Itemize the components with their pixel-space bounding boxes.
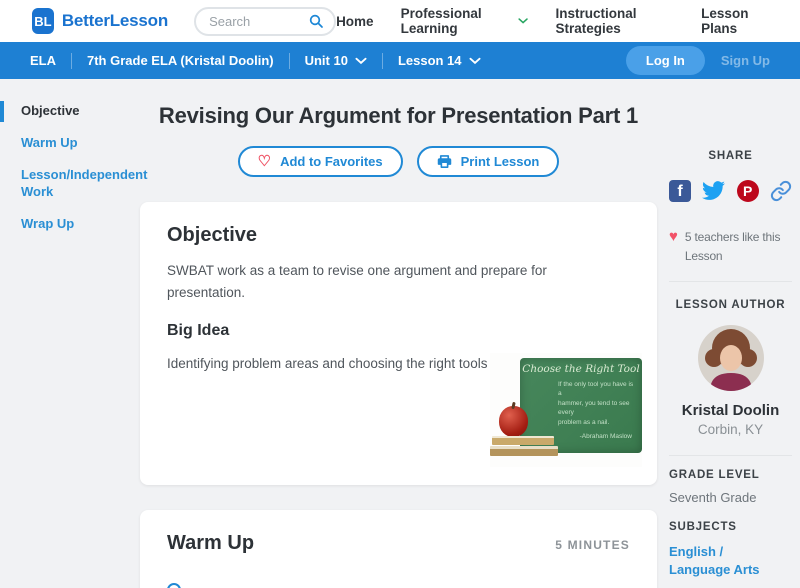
facebook-letter: f bbox=[677, 183, 683, 201]
toc-item-label: Objective bbox=[21, 103, 80, 118]
grade-level-heading: GRADE LEVEL bbox=[669, 469, 760, 482]
breadcrumb-lesson-label: Lesson 14 bbox=[397, 53, 462, 68]
add-to-favorites-button[interactable]: ♡ Add to Favorites bbox=[237, 146, 403, 177]
likes-text: 5 teachers like this Lesson bbox=[684, 230, 781, 263]
likes-status: ♥ 5 teachers like this Lesson bbox=[669, 228, 792, 265]
nav-home[interactable]: Home bbox=[336, 14, 374, 29]
book-graphic bbox=[490, 446, 558, 456]
chevron-down-icon bbox=[468, 57, 481, 64]
main-nav: Home Professional Learning Instructional… bbox=[336, 6, 770, 36]
share-heading: SHARE bbox=[708, 150, 753, 162]
brand-name[interactable]: BetterLesson bbox=[62, 11, 168, 31]
facebook-icon[interactable]: f bbox=[669, 179, 691, 202]
warm-up-section: Warm Up 5 MINUTES bbox=[140, 510, 657, 588]
breadcrumb-bar: ELA 7th Grade ELA (Kristal Doolin) Unit … bbox=[0, 42, 800, 79]
chevron-down-icon bbox=[518, 18, 529, 24]
toc-item-label: Warm Up bbox=[21, 134, 78, 150]
warm-up-heading: Warm Up bbox=[167, 532, 255, 554]
nav-lesson-plans[interactable]: Lesson Plans bbox=[701, 6, 770, 36]
toc-item-label: Lesson/Independent Work bbox=[21, 166, 148, 199]
printer-icon bbox=[437, 155, 451, 168]
objective-heading: Objective bbox=[167, 224, 258, 246]
toc-item-label: Wrap Up bbox=[21, 215, 75, 231]
lesson-sidebar: SHARE f P ♥ 5 teachers like this Lesson … bbox=[657, 79, 800, 588]
subject-link-english-language-arts[interactable]: English / Language Arts bbox=[669, 543, 787, 578]
twitter-icon[interactable] bbox=[702, 179, 726, 202]
login-button[interactable]: Log In bbox=[625, 46, 705, 75]
page-content: Objective Warm Up Lesson/Independent Wor… bbox=[0, 79, 800, 588]
duration-badge: 5 MINUTES bbox=[555, 538, 630, 552]
top-navigation-bar: BL BetterLesson Home Professional Learni… bbox=[0, 0, 800, 42]
lesson-image: Choose the Right Tool If the only tool y… bbox=[490, 353, 642, 467]
subjects-heading: SUBJECTS bbox=[669, 521, 737, 534]
avatar-image bbox=[697, 325, 764, 392]
share-icons-row: f P bbox=[669, 179, 792, 202]
print-lesson-label: Print Lesson bbox=[460, 154, 540, 169]
breadcrumb-ela[interactable]: ELA bbox=[30, 53, 56, 68]
chalkboard-title: Choose the Right Tool bbox=[522, 363, 640, 375]
breadcrumb-course[interactable]: 7th Grade ELA (Kristal Doolin) bbox=[87, 53, 274, 68]
signup-button[interactable]: Sign Up bbox=[721, 53, 770, 68]
breadcrumb-course-label: 7th Grade ELA (Kristal Doolin) bbox=[87, 53, 274, 68]
nav-professional-learning-label: Professional Learning bbox=[400, 6, 482, 36]
book-graphic bbox=[492, 436, 554, 445]
search-box[interactable] bbox=[194, 6, 337, 36]
lesson-author-heading: LESSON AUTHOR bbox=[675, 299, 786, 312]
pinterest-letter: P bbox=[742, 182, 753, 199]
toc-item-objective[interactable]: Objective bbox=[0, 101, 140, 122]
nav-instructional-strategies[interactable]: Instructional Strategies bbox=[556, 6, 675, 36]
author-location: Corbin, KY bbox=[697, 422, 764, 438]
lesson-actions: ♡ Add to Favorites Print Lesson bbox=[140, 146, 657, 177]
grade-level-value: Seventh Grade bbox=[669, 490, 757, 506]
nav-home-label: Home bbox=[336, 13, 374, 29]
nav-professional-learning[interactable]: Professional Learning bbox=[401, 6, 529, 36]
nav-instructional-strategies-label: Instructional Strategies bbox=[555, 6, 637, 36]
toc-item-wrap-up[interactable]: Wrap Up bbox=[0, 216, 140, 233]
auth-controls: Log In Sign Up bbox=[625, 46, 770, 75]
betterlesson-logo[interactable]: BL bbox=[32, 8, 54, 34]
active-section-bar bbox=[0, 101, 4, 122]
resource-link-icon[interactable] bbox=[167, 583, 181, 588]
toc-item-lesson-independent-work[interactable]: Lesson/Independent Work bbox=[0, 167, 147, 201]
breadcrumb-lesson-dropdown[interactable]: Lesson 14 bbox=[398, 53, 481, 68]
divider bbox=[669, 455, 792, 457]
lesson-title: Revising Our Argument for Presentation P… bbox=[158, 103, 639, 128]
nav-lesson-plans-label: Lesson Plans bbox=[701, 6, 749, 36]
heart-outline-icon: ♡ bbox=[257, 153, 272, 170]
apple-graphic bbox=[499, 406, 528, 437]
warm-up-header: Warm Up 5 MINUTES bbox=[167, 532, 630, 555]
breadcrumb-unit-label: Unit 10 bbox=[304, 53, 348, 68]
add-to-favorites-label: Add to Favorites bbox=[280, 154, 383, 169]
lesson-toc: Objective Warm Up Lesson/Independent Wor… bbox=[0, 101, 147, 247]
chevron-down-icon bbox=[355, 57, 367, 64]
search-input[interactable] bbox=[209, 13, 309, 29]
pinterest-icon[interactable]: P bbox=[736, 179, 759, 202]
lesson-main: Revising Our Argument for Presentation P… bbox=[140, 79, 657, 588]
breadcrumb-separator bbox=[381, 52, 383, 69]
print-lesson-button[interactable]: Print Lesson bbox=[416, 146, 560, 177]
logo-text: BL bbox=[34, 13, 52, 29]
link-icon[interactable] bbox=[770, 180, 792, 202]
breadcrumb-ela-label: ELA bbox=[30, 53, 56, 68]
chalkboard-quote: If the only tool you have is a hammer, y… bbox=[558, 381, 634, 426]
toc-item-warm-up[interactable]: Warm Up bbox=[0, 135, 140, 152]
objective-text: SWBAT work as a team to revise one argum… bbox=[167, 263, 547, 300]
author-name[interactable]: Kristal Doolin bbox=[669, 402, 792, 419]
author-avatar[interactable] bbox=[669, 325, 792, 392]
search-icon[interactable] bbox=[308, 13, 324, 29]
breadcrumb-separator bbox=[288, 52, 290, 69]
divider bbox=[669, 281, 792, 283]
heart-filled-icon: ♥ bbox=[669, 228, 678, 245]
big-idea-heading: Big Idea bbox=[167, 322, 230, 340]
breadcrumb-unit-dropdown[interactable]: Unit 10 bbox=[305, 53, 367, 68]
objective-section: Objective SWBAT work as a team to revise… bbox=[140, 202, 657, 485]
breadcrumb-separator bbox=[71, 52, 72, 69]
